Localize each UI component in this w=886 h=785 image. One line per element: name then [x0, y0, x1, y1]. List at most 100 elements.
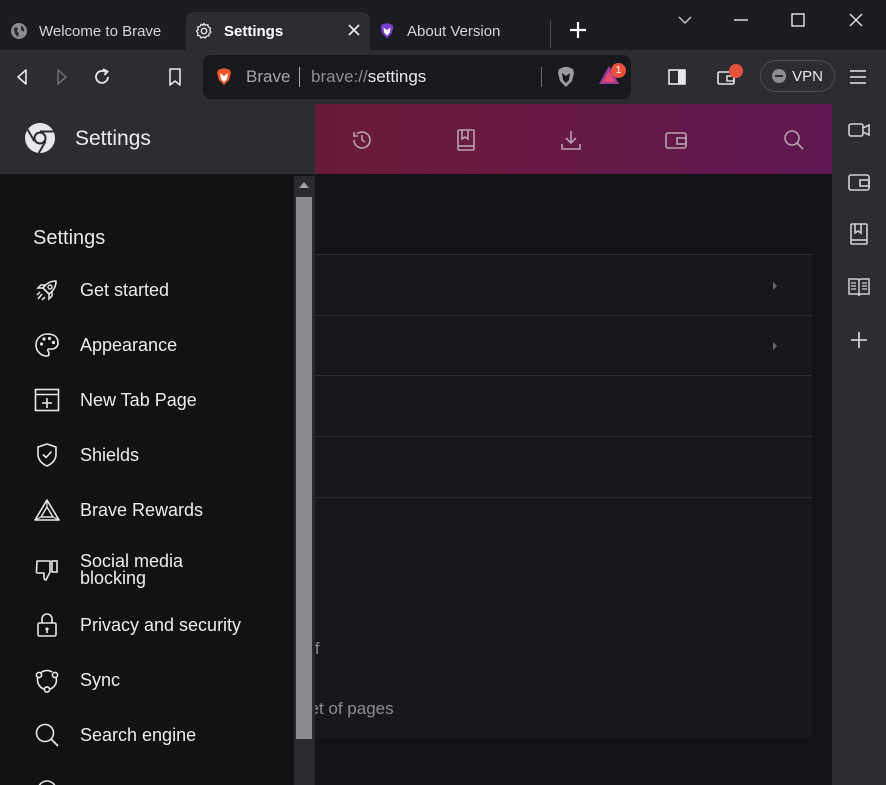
- site-label: Brave: [246, 67, 291, 86]
- forward-button[interactable]: [49, 64, 75, 90]
- shield-icon: [34, 442, 60, 468]
- tab-search-chevron-icon[interactable]: [671, 8, 699, 32]
- sync-icon: [34, 667, 60, 693]
- bookmarks-icon[interactable]: [846, 221, 872, 247]
- url-scheme: brave://: [311, 67, 368, 86]
- main-menu-button[interactable]: [845, 64, 871, 90]
- nav-item-label: Brave Rewards: [80, 499, 204, 520]
- chevron-right-icon: [773, 342, 777, 350]
- brave-lion-icon: [215, 67, 233, 87]
- sidebar-panel-icon: [668, 69, 686, 85]
- talk-video-icon[interactable]: [846, 117, 872, 143]
- omnibox-divider: [299, 67, 300, 87]
- nav-item-sync[interactable]: Sync: [34, 660, 289, 700]
- nav-item-new-tab-page[interactable]: New Tab Page: [34, 380, 289, 420]
- nav-item-privacy-and-security[interactable]: Privacy and security: [34, 605, 289, 645]
- reload-icon: [95, 68, 109, 84]
- new-tab-icon: [34, 387, 60, 413]
- back-arrow-icon: [17, 69, 27, 85]
- forward-arrow-icon: [57, 69, 67, 85]
- settings-card: [315, 254, 812, 738]
- nav-item-label: New Tab Page: [80, 389, 197, 410]
- nav-item-search-engine[interactable]: Search engine: [34, 715, 289, 755]
- omnibox-divider: [541, 67, 542, 87]
- vpn-label: VPN: [792, 67, 823, 85]
- nav-item-label: Appearance: [80, 334, 178, 355]
- address-bar[interactable]: Brave brave://settings 1: [203, 55, 631, 99]
- back-button[interactable]: [9, 64, 35, 90]
- nav-item-social-media-blocking[interactable]: Social media blocking: [34, 550, 289, 590]
- tab-strip: Welcome to Brave Settings About Version: [0, 0, 886, 50]
- tab-title: Welcome to Brave: [39, 22, 162, 40]
- nav-item-label: Sync: [80, 669, 121, 690]
- chromium-logo-icon: [24, 122, 56, 154]
- tab-about-version[interactable]: About Version: [378, 12, 548, 50]
- search-icon: [34, 722, 60, 748]
- plus-icon: [570, 22, 586, 38]
- palette-icon: [34, 332, 60, 358]
- drawer-header: Settings: [0, 104, 315, 174]
- url-path: settings: [367, 67, 427, 86]
- thumbs-down-icon: [34, 557, 60, 583]
- reading-list-icon[interactable]: [846, 274, 872, 300]
- nav-item-label: Shields: [80, 444, 140, 465]
- nav-item-get-started[interactable]: Get started: [34, 270, 289, 310]
- brave-shields-icon[interactable]: [555, 65, 577, 89]
- wallet-icon[interactable]: [846, 169, 872, 195]
- close-window-icon[interactable]: [842, 8, 870, 32]
- settings-nav-drawer: Settings Get started Appearance New Tab …: [0, 174, 315, 785]
- card-divider: [315, 315, 812, 316]
- tab-settings[interactable]: Settings: [186, 12, 370, 50]
- drawer-title: Settings: [75, 127, 151, 150]
- scroll-up-icon[interactable]: [299, 182, 309, 188]
- globe-icon: [10, 22, 28, 40]
- card-divider: [315, 375, 812, 376]
- lock-icon: [34, 612, 60, 638]
- tab-welcome[interactable]: Welcome to Brave: [10, 12, 182, 50]
- downloads-icon[interactable]: [559, 128, 583, 152]
- add-sidebar-item-icon[interactable]: [846, 327, 872, 353]
- brave-lion-icon: [378, 22, 396, 40]
- bookmark-button[interactable]: [162, 64, 188, 90]
- tab-title: Settings: [224, 22, 284, 40]
- vpn-status-icon: [772, 69, 787, 83]
- reload-button[interactable]: [89, 64, 115, 90]
- bookmark-icon: [169, 68, 181, 86]
- nav-item-label: Privacy and security: [80, 614, 242, 635]
- history-icon[interactable]: [350, 128, 374, 152]
- nav-item-label: Get started: [80, 279, 170, 300]
- tab-separator: [550, 20, 551, 48]
- nav-item-shields[interactable]: Shields: [34, 435, 289, 475]
- card-divider: [315, 254, 812, 255]
- card-divider: [315, 436, 812, 437]
- url-text[interactable]: brave://settings: [311, 67, 426, 87]
- maximize-icon[interactable]: [784, 8, 812, 32]
- nav-item-appearance[interactable]: Appearance: [34, 325, 289, 365]
- card-divider: [315, 497, 812, 498]
- tab-title: About Version: [407, 22, 501, 40]
- rocket-icon: [34, 277, 60, 303]
- toolbar: Brave brave://settings 1 VPN: [0, 50, 886, 104]
- minimize-icon[interactable]: [727, 8, 755, 32]
- new-tab-button[interactable]: [566, 18, 590, 42]
- nav-item-label: Social media blocking: [80, 551, 184, 588]
- rewards-triangle-icon: [34, 497, 60, 523]
- sidebar-toggle-button[interactable]: [664, 64, 690, 90]
- wallet-icon[interactable]: [664, 128, 688, 152]
- close-tab-icon[interactable]: [345, 21, 363, 39]
- browser-window: Welcome to Brave Settings About Version: [0, 0, 886, 785]
- drawer-heading: Settings: [33, 227, 106, 249]
- nav-item-label: Search engine: [80, 724, 197, 745]
- gear-icon: [195, 22, 213, 40]
- extensions-icon: [34, 777, 60, 785]
- drawer-scrollbar[interactable]: [294, 176, 314, 785]
- rewards-badge: 1: [611, 63, 626, 78]
- scrollbar-thumb[interactable]: [296, 197, 312, 739]
- nav-item-brave-rewards[interactable]: Brave Rewards: [34, 490, 289, 530]
- vpn-button[interactable]: VPN: [760, 60, 835, 92]
- bookmarks-icon[interactable]: [454, 128, 478, 152]
- search-icon[interactable]: [782, 128, 806, 152]
- nav-item-extensions-partial[interactable]: [34, 770, 289, 785]
- hamburger-menu-icon: [850, 70, 866, 84]
- wallet-notification-dot: [729, 64, 743, 78]
